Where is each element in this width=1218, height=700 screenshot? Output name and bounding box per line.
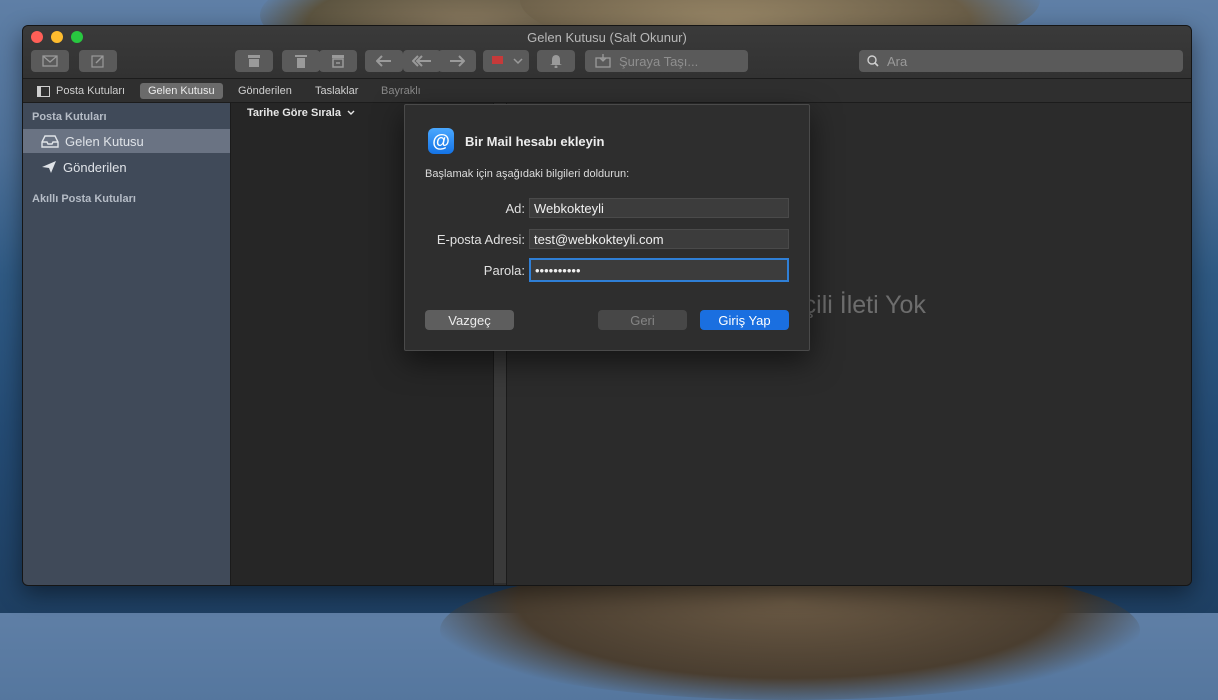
sidebar-toggle-icon: [37, 85, 50, 97]
sidebar-section-smart-mailboxes: Akıllı Posta Kutuları: [32, 193, 136, 205]
move-to-button[interactable]: Şuraya Taşı...: [585, 50, 748, 72]
dialog-title: Bir Mail hesabı ekleyin: [465, 134, 605, 149]
sort-label: Tarihe Göre Sırala: [247, 107, 341, 119]
chevron-down-icon: [347, 110, 355, 115]
flag-button[interactable]: [483, 50, 529, 72]
notify-button[interactable]: [537, 50, 575, 72]
bell-icon: [550, 55, 562, 68]
sign-in-button[interactable]: Giriş Yap: [700, 310, 789, 330]
password-field[interactable]: [529, 258, 789, 282]
forward-button[interactable]: [438, 50, 476, 72]
junk-button[interactable]: [319, 50, 357, 72]
reply-button[interactable]: [365, 50, 403, 72]
flag-icon: [492, 56, 503, 64]
forward-icon: [450, 55, 465, 67]
add-account-dialog: @ Bir Mail hesabı ekleyin Başlamak için …: [404, 104, 810, 351]
search-field[interactable]: [859, 50, 1183, 72]
archive-button[interactable]: [235, 50, 273, 72]
move-to-label: Şuraya Taşı...: [619, 53, 699, 69]
fav-mailboxes-label: Posta Kutuları: [56, 85, 126, 97]
sent-icon: [42, 161, 56, 173]
fav-mailboxes-button[interactable]: Posta Kutuları: [37, 83, 125, 99]
delete-button[interactable]: [282, 50, 320, 72]
password-label: Parola:: [483, 263, 525, 278]
window-title: Gelen Kutusu (Salt Okunur): [527, 30, 687, 45]
search-input[interactable]: [885, 52, 1169, 70]
email-field[interactable]: [529, 229, 789, 249]
fav-sent[interactable]: Gönderilen: [238, 83, 292, 99]
favorites-bar: Posta Kutuları Gelen Kutusu Gönderilen T…: [23, 79, 1191, 103]
trash-icon: [295, 55, 307, 68]
mail-at-icon: @: [428, 128, 454, 154]
fav-drafts[interactable]: Taslaklar: [315, 83, 358, 99]
sidebar-item-sent[interactable]: Gönderilen: [23, 155, 230, 179]
sidebar-item-label: Gelen Kutusu: [65, 133, 144, 149]
get-mail-button[interactable]: [31, 50, 69, 72]
toolbar: Gelen Kutusu (Salt Okunur) Şuraya Taşı..…: [23, 26, 1191, 79]
sidebar-item-label: Gönderilen: [63, 159, 127, 175]
envelope-icon: [42, 55, 58, 67]
move-to-mailbox-icon: [595, 54, 611, 68]
junk-icon: [332, 55, 344, 68]
dialog-instructions: Başlamak için aşağıdaki bilgileri doldur…: [425, 168, 630, 180]
name-label: Ad:: [505, 201, 525, 216]
cancel-button[interactable]: Vazgeç: [425, 310, 514, 330]
compose-icon: [91, 55, 104, 68]
compose-button[interactable]: [79, 50, 117, 72]
sidebar: Posta Kutuları Gelen Kutusu Gönderilen A…: [23, 103, 231, 585]
search-icon: [867, 55, 879, 67]
archive-icon: [248, 55, 260, 67]
fav-flagged[interactable]: Bayraklı: [381, 83, 421, 99]
reply-all-icon: [412, 55, 431, 67]
fav-inbox[interactable]: Gelen Kutusu: [140, 83, 223, 99]
email-label: E-posta Adresi:: [436, 232, 525, 247]
name-field[interactable]: [529, 198, 789, 218]
reply-icon: [376, 55, 391, 67]
sidebar-section-mailboxes: Posta Kutuları: [32, 111, 107, 123]
reply-all-button[interactable]: [403, 50, 441, 72]
back-button[interactable]: Geri: [598, 310, 687, 330]
sidebar-item-inbox[interactable]: Gelen Kutusu: [23, 129, 230, 153]
inbox-icon: [41, 134, 59, 148]
sort-by-date-button[interactable]: Tarihe Göre Sırala: [247, 107, 355, 119]
chevron-down-icon: [513, 58, 523, 65]
